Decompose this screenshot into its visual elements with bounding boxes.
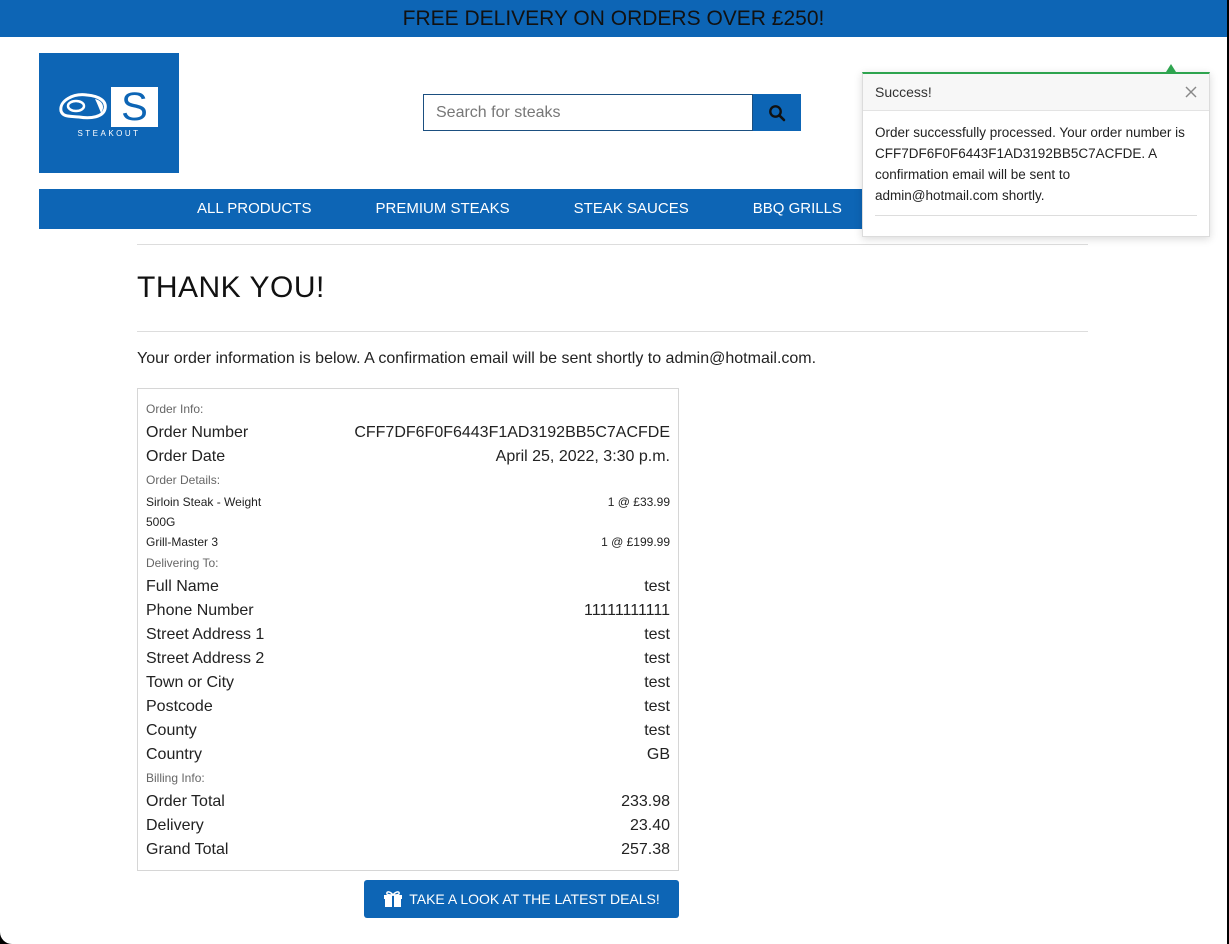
line-item-quantity-price: 1 @ £199.99 <box>601 535 670 549</box>
nav-item-steak-sauces[interactable]: STEAK SAUCES <box>542 189 721 229</box>
row-label: Order Total <box>146 793 225 810</box>
nav-item-all-products[interactable]: ALL PRODUCTS <box>165 189 343 229</box>
promo-banner: FREE DELIVERY ON ORDERS OVER £250! <box>0 0 1227 37</box>
row-label: Street Address 2 <box>146 650 265 667</box>
row-value: 23.40 <box>629 817 670 834</box>
row-label: County <box>146 722 197 739</box>
section-heading-order-details: Order Details: <box>146 473 221 487</box>
nav-item-premium-steaks[interactable]: PREMIUM STEAKS <box>343 189 541 229</box>
order-date-row: Order Date April 25, 2022, 3:30 p.m. <box>146 445 670 469</box>
street-address-1-row: Street Address 1 test <box>146 623 670 647</box>
section-heading-billing-info: Billing Info: <box>146 771 205 785</box>
phone-number-row: Phone Number 11111111111 <box>146 599 670 623</box>
row-label: Country <box>146 746 203 763</box>
row-value: test <box>644 626 670 643</box>
row-value: CFF7DF6F0F6443F1AD3192BB5C7ACFDE <box>354 424 670 441</box>
postcode-row: Postcode test <box>146 695 670 719</box>
row-value: test <box>644 578 670 595</box>
toast-divider <box>875 215 1197 216</box>
row-value: 11111111111 <box>583 602 670 619</box>
row-value: test <box>644 698 670 715</box>
row-label: Town or City <box>146 674 235 691</box>
row-value: GB <box>646 746 670 763</box>
toast-title: Success! <box>875 84 932 100</box>
search-bar <box>423 94 801 131</box>
order-number-row: Order Number CFF7DF6F0F6443F1AD3192BB5C7… <box>146 421 670 445</box>
row-label: Grand Total <box>146 841 229 858</box>
row-value: test <box>644 722 670 739</box>
steak-icon <box>59 93 107 120</box>
search-button[interactable] <box>753 94 801 131</box>
row-label: Postcode <box>146 698 213 715</box>
intro-text: Your order information is below. A confi… <box>137 350 817 367</box>
order-summary: Order Info: Order Number CFF7DF6F0F6443F… <box>137 388 679 871</box>
toast-header: Success! <box>863 74 1209 111</box>
section-heading-delivering-to: Delivering To: <box>146 556 219 570</box>
line-item: Grill-Master 3 1 @ £199.99 <box>146 532 670 552</box>
grand-total-row: Grand Total 257.38 <box>146 838 670 862</box>
county-row: County test <box>146 719 670 743</box>
page-title: THANK YOU! <box>137 271 325 304</box>
street-address-2-row: Street Address 2 test <box>146 647 670 671</box>
row-value: 233.98 <box>621 793 670 810</box>
nav-item-bbq-grills[interactable]: BBQ GRILLS <box>721 189 874 229</box>
gift-icon <box>384 891 403 907</box>
row-label: Phone Number <box>146 602 254 619</box>
close-icon <box>1185 86 1197 98</box>
row-label: Order Number <box>146 424 249 441</box>
site-logo[interactable]: S STEAKOUT <box>39 53 179 173</box>
toast-message: Order successfully processed. Your order… <box>875 125 1185 203</box>
search-icon <box>769 104 786 121</box>
row-label: Full Name <box>146 578 219 595</box>
latest-deals-button[interactable]: TAKE A LOOK AT THE LATEST DEALS! <box>364 880 679 918</box>
row-label: Order Date <box>146 448 226 465</box>
row-value: test <box>644 674 670 691</box>
logo-wordmark: STEAKOUT <box>77 129 141 138</box>
full-name-row: Full Name test <box>146 575 670 599</box>
town-or-city-row: Town or City test <box>146 671 670 695</box>
order-total-row: Order Total 233.98 <box>146 790 670 814</box>
divider <box>137 331 1088 332</box>
divider <box>137 244 1088 245</box>
line-item-quantity-price: 1 @ £33.99 <box>607 495 670 509</box>
line-item-name: Sirloin Steak - Weight 500G <box>146 495 262 529</box>
row-label: Street Address 1 <box>146 626 265 643</box>
latest-deals-label: TAKE A LOOK AT THE LATEST DEALS! <box>409 891 660 907</box>
line-item: Sirloin Steak - Weight 500G 1 @ £33.99 <box>146 492 670 532</box>
toast-close-button[interactable] <box>1185 86 1197 98</box>
country-row: Country GB <box>146 743 670 767</box>
row-value: 257.38 <box>621 841 670 858</box>
row-label: Delivery <box>146 817 204 834</box>
search-input[interactable] <box>423 94 753 131</box>
delivery-row: Delivery 23.40 <box>146 814 670 838</box>
line-item-name: Grill-Master 3 <box>146 535 219 549</box>
success-toast: Success! Order successfully processed. Y… <box>862 64 1210 237</box>
row-value: test <box>644 650 670 667</box>
page: FREE DELIVERY ON ORDERS OVER £250! S STE… <box>0 0 1227 944</box>
toast-arrow <box>1166 64 1176 72</box>
row-value: April 25, 2022, 3:30 p.m. <box>495 448 670 465</box>
logo-letter: S <box>111 87 158 127</box>
toast-body: Order successfully processed. Your order… <box>863 111 1209 216</box>
section-heading-order-info: Order Info: <box>146 402 204 416</box>
